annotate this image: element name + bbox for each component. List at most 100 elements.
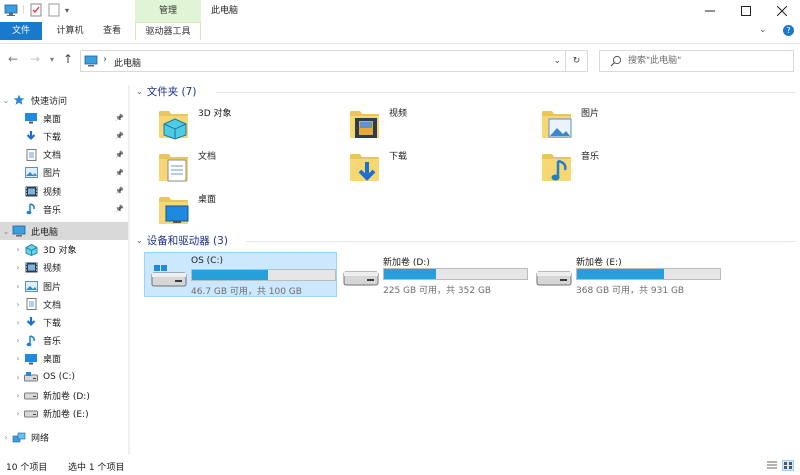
- tab-file[interactable]: 文件: [0, 22, 42, 40]
- properties-icon[interactable]: [29, 3, 43, 17]
- folder-item[interactable]: 视频: [339, 102, 519, 140]
- drive-usage-bar: [576, 268, 721, 280]
- pin-icon: 📌: [115, 168, 124, 177]
- expand-chevron-icon[interactable]: ›: [12, 336, 24, 345]
- drive-item[interactable]: 新加卷 (E:) 368 GB 可用，共 931 GB: [530, 252, 723, 297]
- nav-qa-item[interactable]: 桌面 📌: [0, 109, 128, 127]
- qat-separator: |: [22, 5, 26, 15]
- recent-locations-icon[interactable]: ▾: [50, 55, 54, 64]
- folders-group-header[interactable]: ⌄ 文件夹 (7): [136, 84, 196, 99]
- downloads-folder-icon: [349, 149, 381, 183]
- nav-scrollbar[interactable]: [128, 85, 130, 455]
- breadcrumb-separator-icon[interactable]: ›: [103, 54, 107, 65]
- folder-item[interactable]: 文档: [148, 145, 328, 183]
- details-view-icon[interactable]: [766, 460, 778, 471]
- network-icon: [12, 432, 26, 444]
- main-content: ⌄ 文件夹 (7) 3D 对象 视频 图片文档 下载 音乐桌面 ⌄ 设备和驱动器 (3)…: [136, 78, 800, 456]
- nav-item-label: 视频: [43, 264, 62, 275]
- folder-name: 下载: [389, 152, 408, 162]
- expand-chevron-icon[interactable]: ›: [12, 263, 24, 272]
- nav-pc-item[interactable]: › 新加卷 (E:): [0, 404, 128, 422]
- expand-chevron-icon[interactable]: ›: [12, 300, 24, 309]
- tab-computer[interactable]: 计算机: [50, 22, 90, 40]
- expand-chevron-icon[interactable]: ›: [12, 354, 24, 363]
- close-button[interactable]: [764, 0, 800, 22]
- expand-chevron-icon[interactable]: ›: [12, 245, 24, 254]
- new-folder-icon[interactable]: [47, 3, 61, 17]
- collapse-chevron-icon[interactable]: ⌄: [136, 87, 143, 96]
- up-button[interactable]: ↑: [63, 52, 73, 66]
- search-input[interactable]: [628, 54, 788, 68]
- expand-ribbon-icon[interactable]: ⌄: [759, 25, 767, 35]
- nav-pc-item[interactable]: › 桌面: [0, 350, 128, 368]
- nav-qa-item[interactable]: 文档 📌: [0, 146, 128, 164]
- folder-name: 图片: [581, 109, 600, 119]
- nav-pc-item[interactable]: › 文档: [0, 295, 128, 313]
- folder-item[interactable]: 图片: [531, 102, 711, 140]
- folders-group-title: 文件夹 (7): [146, 86, 197, 98]
- expand-chevron-icon[interactable]: ›: [0, 433, 12, 442]
- search-icon: [610, 55, 622, 70]
- nav-qa-item[interactable]: 音乐 📌: [0, 200, 128, 218]
- nav-network[interactable]: › 网络: [0, 429, 128, 447]
- os-drive-icon: [151, 265, 187, 290]
- expand-chevron-icon[interactable]: ⌄: [0, 96, 12, 105]
- maximize-button[interactable]: [728, 0, 764, 22]
- pictures-folder-icon: [541, 106, 573, 140]
- expand-chevron-icon[interactable]: ›: [12, 373, 24, 382]
- expand-chevron-icon[interactable]: ›: [12, 318, 24, 327]
- address-dropdown-icon[interactable]: ⌄: [553, 56, 561, 66]
- nav-quick-access[interactable]: ⌄ 快速访问: [0, 91, 128, 109]
- collapse-chevron-icon[interactable]: ⌄: [136, 236, 143, 245]
- computer-icon: [12, 225, 26, 237]
- pin-icon: 📌: [115, 187, 124, 195]
- folder-item[interactable]: 桌面: [148, 188, 328, 226]
- nav-pc-item[interactable]: › 视频: [0, 259, 128, 277]
- computer-icon: [84, 55, 98, 70]
- search-box[interactable]: [599, 50, 794, 72]
- videos-icon: [24, 262, 38, 274]
- drive-item[interactable]: 新加卷 (D:) 225 GB 可用，共 352 GB: [337, 252, 530, 297]
- nav-pc-item[interactable]: › 下载: [0, 313, 128, 331]
- drive-item[interactable]: OS (C:) 46.7 GB 可用，共 100 GB: [144, 252, 337, 297]
- tab-view[interactable]: 查看: [92, 22, 132, 40]
- folder-item[interactable]: 下载: [339, 145, 519, 183]
- back-button[interactable]: ←: [8, 52, 18, 66]
- large-icons-view-icon[interactable]: [782, 460, 794, 471]
- tab-drive-tools[interactable]: 驱动器工具: [135, 22, 201, 40]
- nav-pc-item[interactable]: › 图片: [0, 277, 128, 295]
- minimize-button[interactable]: [692, 0, 728, 22]
- folder-item[interactable]: 3D 对象: [148, 102, 328, 140]
- group-divider: [216, 92, 796, 93]
- drives-group-header[interactable]: ⌄ 设备和驱动器 (3): [136, 233, 228, 248]
- drive-usage-fill: [577, 269, 664, 279]
- folder-item[interactable]: 音乐: [531, 145, 711, 183]
- qat-customize-icon[interactable]: ▾: [65, 6, 69, 15]
- expand-chevron-icon[interactable]: ⌄: [0, 227, 12, 236]
- breadcrumb[interactable]: 此电脑: [114, 56, 141, 69]
- refresh-button[interactable]: ↻: [565, 51, 587, 71]
- nav-pc-item[interactable]: › 音乐: [0, 332, 128, 350]
- drive-icon: [536, 264, 572, 289]
- nav-this-pc[interactable]: ⌄ 此电脑: [0, 222, 128, 241]
- expand-chevron-icon[interactable]: ›: [12, 409, 24, 418]
- nav-pc-item[interactable]: › 新加卷 (D:): [0, 386, 128, 404]
- desktop-folder-icon: [158, 192, 190, 226]
- os-drive-icon: [24, 371, 38, 383]
- documents-folder-icon: [158, 149, 190, 183]
- nav-pc-item[interactable]: › 3D 对象: [0, 241, 128, 259]
- forward-button[interactable]: →: [30, 52, 40, 66]
- pin-icon: 📌: [115, 150, 124, 159]
- videos-folder-icon: [349, 106, 381, 140]
- help-icon[interactable]: ?: [783, 25, 794, 36]
- 3d-objects-folder-icon: [158, 106, 190, 140]
- address-bar[interactable]: › 此电脑 ⌄ ↻: [80, 50, 588, 72]
- nav-pc-item[interactable]: › OS (C:): [0, 368, 128, 386]
- nav-qa-item[interactable]: 视频 📌: [0, 182, 128, 200]
- tab-manage[interactable]: 管理: [135, 0, 201, 22]
- nav-qa-item[interactable]: 下载 📌: [0, 127, 128, 145]
- nav-qa-item[interactable]: 图片 📌: [0, 164, 128, 182]
- expand-chevron-icon[interactable]: ›: [12, 282, 24, 291]
- expand-chevron-icon[interactable]: ›: [12, 391, 24, 400]
- folder-name: 3D 对象: [198, 109, 232, 119]
